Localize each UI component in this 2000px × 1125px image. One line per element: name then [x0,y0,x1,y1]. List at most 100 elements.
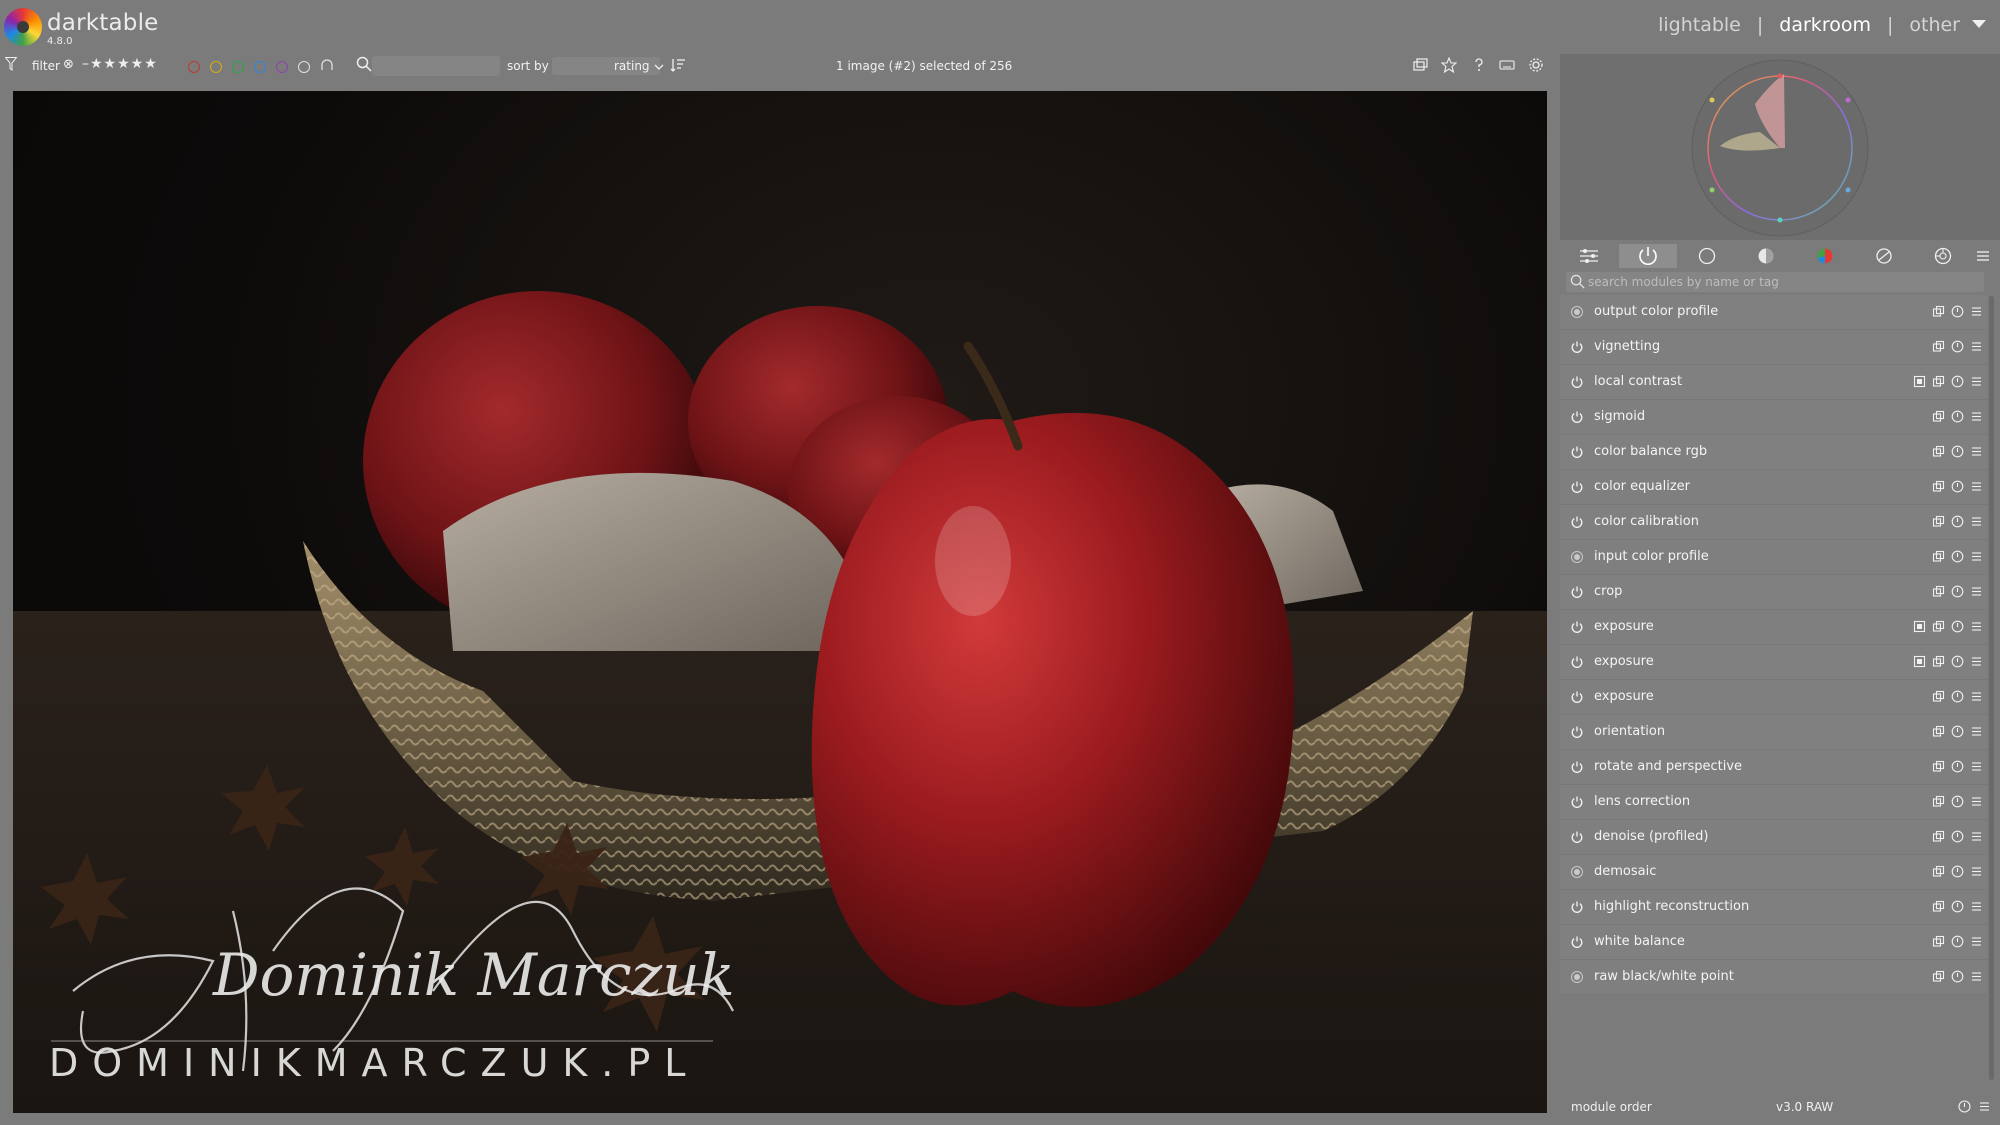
reset-icon[interactable] [1951,585,1964,598]
multi-instance-icon[interactable] [1932,935,1945,948]
module-row[interactable]: demosaic [1560,855,1987,890]
module-row[interactable]: denoise (profiled) [1560,820,1987,855]
presets-menu-icon[interactable] [1970,480,1983,493]
module-power-icon[interactable] [1570,620,1584,634]
multi-instance-icon[interactable] [1932,445,1945,458]
presets-menu-icon[interactable] [1970,375,1983,388]
presets-menu-icon[interactable] [1970,445,1983,458]
presets-menu-icon[interactable] [1970,585,1983,598]
multi-instance-icon[interactable] [1932,620,1945,633]
presets-menu-icon[interactable] [1970,865,1983,878]
reset-icon[interactable] [1951,445,1964,458]
module-row[interactable]: rotate and perspective [1560,750,1987,785]
color-label-operator-icon[interactable] [320,59,334,71]
caret-down-icon[interactable] [1972,20,1986,28]
color-label-yellow-icon[interactable] [210,61,222,73]
quick-access-icon[interactable] [1560,244,1618,268]
reset-icon[interactable] [1951,795,1964,808]
always-on-dot-icon[interactable] [1570,865,1584,879]
color-label-blue-icon[interactable] [254,61,266,73]
module-power-icon[interactable] [1570,760,1584,774]
correct-group-icon[interactable] [1855,244,1913,268]
multi-instance-icon[interactable] [1932,585,1945,598]
view-darkroom[interactable]: darkroom [1779,14,1871,36]
mask-icon[interactable] [1913,375,1926,388]
reset-icon[interactable] [1951,655,1964,668]
active-modules-power-icon[interactable] [1619,244,1677,268]
module-power-icon[interactable] [1570,725,1584,739]
always-on-dot-icon[interactable] [1570,550,1584,564]
multi-instance-icon[interactable] [1932,410,1945,423]
group-presets-menu-icon[interactable] [1970,244,1996,268]
reset-icon[interactable] [1951,375,1964,388]
presets-menu-icon[interactable] [1970,690,1983,703]
module-power-icon[interactable] [1570,900,1584,914]
module-search-input[interactable]: search modules by name or tag [1566,272,1984,292]
presets-menu-icon[interactable] [1970,935,1983,948]
module-row[interactable]: white balance [1560,925,1987,960]
presets-menu-icon[interactable] [1970,620,1983,633]
module-row[interactable]: input color profile [1560,540,1987,575]
presets-menu-icon[interactable] [1970,410,1983,423]
reset-icon[interactable] [1951,725,1964,738]
multi-instance-icon[interactable] [1932,970,1945,983]
module-power-icon[interactable] [1570,935,1584,949]
multi-instance-icon[interactable] [1932,515,1945,528]
reset-icon[interactable] [1951,970,1964,983]
multi-instance-icon[interactable] [1932,655,1945,668]
multi-instance-icon[interactable] [1932,865,1945,878]
keyboard-shortcuts-icon[interactable] [1499,57,1515,73]
module-row[interactable]: color equalizer [1560,470,1987,505]
color-label-none-icon[interactable] [298,61,310,73]
multi-instance-icon[interactable] [1932,900,1945,913]
reset-icon[interactable] [1951,620,1964,633]
module-row[interactable]: color calibration [1560,505,1987,540]
view-other[interactable]: other [1909,14,1960,36]
tone-group-icon[interactable] [1737,244,1795,268]
module-power-icon[interactable] [1570,480,1584,494]
multi-instance-icon[interactable] [1932,375,1945,388]
module-power-icon[interactable] [1570,410,1584,424]
module-row[interactable]: crop [1560,575,1987,610]
sort-order-icon[interactable] [670,57,686,73]
presets-menu-icon[interactable] [1970,550,1983,563]
text-search-input[interactable] [372,56,500,76]
overlays-icon[interactable] [1412,57,1428,73]
multi-instance-icon[interactable] [1932,550,1945,563]
presets-menu-icon[interactable] [1970,340,1983,353]
reset-icon[interactable] [1951,340,1964,353]
presets-menu-icon[interactable] [1970,795,1983,808]
reset-icon[interactable] [1951,830,1964,843]
gear-icon[interactable] [1528,57,1544,73]
multi-instance-icon[interactable] [1932,795,1945,808]
reset-icon[interactable] [1951,410,1964,423]
module-power-icon[interactable] [1570,655,1584,669]
multi-instance-icon[interactable] [1932,760,1945,773]
presets-menu-icon[interactable] [1970,305,1983,318]
module-row[interactable]: sigmoid [1560,400,1987,435]
reset-icon[interactable] [1951,690,1964,703]
star-icon[interactable] [1441,57,1457,73]
reset-icon[interactable] [1951,865,1964,878]
module-row[interactable]: color balance rgb [1560,435,1987,470]
module-row[interactable]: raw black/white point [1560,960,1987,995]
module-row[interactable]: orientation [1560,715,1987,750]
reset-icon[interactable] [1958,1100,1971,1113]
presets-menu-icon[interactable] [1970,760,1983,773]
mask-icon[interactable] [1913,655,1926,668]
base-group-circle-icon[interactable] [1678,244,1736,268]
reset-icon[interactable] [1951,480,1964,493]
rating-clear-icon[interactable]: ⊗ [63,57,74,72]
module-list-scrollbar[interactable] [1989,296,1994,1080]
module-row[interactable]: output color profile [1560,295,1987,330]
reset-icon[interactable] [1951,305,1964,318]
color-group-icon[interactable] [1796,244,1854,268]
vectorscope[interactable] [1560,54,2000,240]
presets-menu-icon[interactable] [1970,655,1983,668]
module-power-icon[interactable] [1570,445,1584,459]
presets-menu-icon[interactable] [1978,1100,1991,1113]
module-power-icon[interactable] [1570,795,1584,809]
mask-icon[interactable] [1913,620,1926,633]
multi-instance-icon[interactable] [1932,830,1945,843]
always-on-dot-icon[interactable] [1570,305,1584,319]
